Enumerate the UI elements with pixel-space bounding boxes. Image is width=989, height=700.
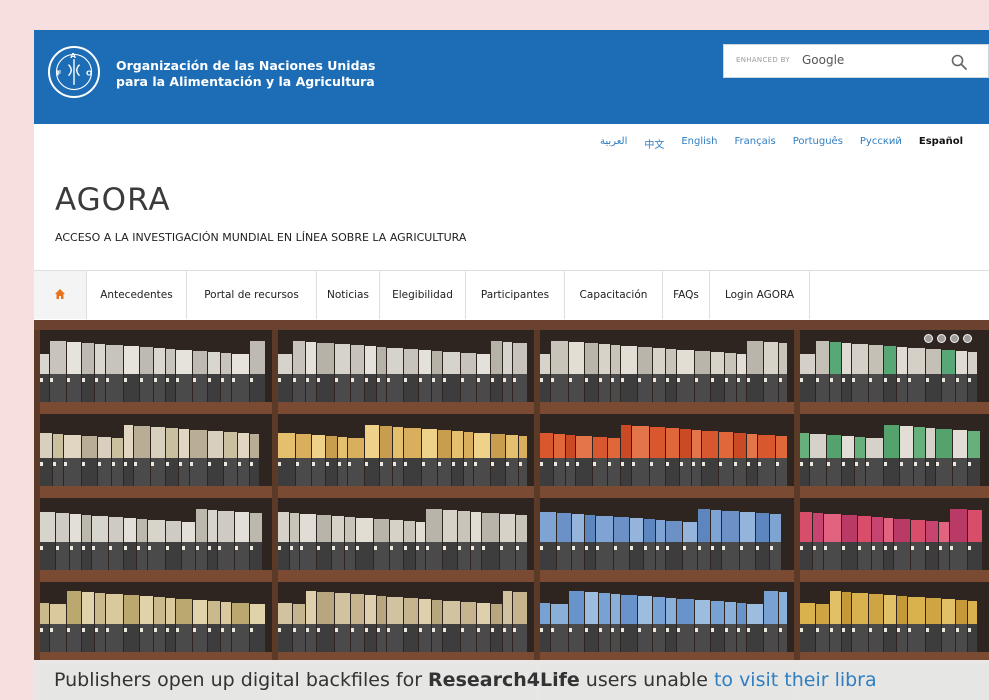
logo-letter-o: O [86,69,92,78]
hero-caption[interactable]: Publishers open up digital backfiles for… [34,660,989,700]
search-box[interactable]: ENHANCED BY Google [723,44,989,78]
carousel-dot[interactable] [937,334,946,343]
language-switcher: العربية 中文 English Français Português Ру… [600,136,963,151]
carousel-dot[interactable] [950,334,959,343]
home-icon [54,288,66,303]
lang-spanish-active[interactable]: Español [919,136,963,151]
search-enhanced-by-label: ENHANCED BY [736,56,790,64]
nav-portal-de-recursos[interactable]: Portal de recursos [187,271,317,319]
browser-page: F A O Organización de las Naciones Unida… [34,30,989,700]
organization-name-line1[interactable]: Organización de las Naciones Unidas [116,58,375,74]
carousel-dot[interactable] [924,334,933,343]
main-nav: Antecedentes Portal de recursos Noticias… [34,270,989,320]
nav-faqs[interactable]: FAQs [663,271,710,319]
nav-elegibilidad[interactable]: Elegibilidad [380,271,466,319]
nav-home[interactable] [34,271,87,319]
organization-name[interactable]: Organización de las Naciones Unidas para… [116,58,375,90]
site-header: F A O Organización de las Naciones Unida… [34,30,989,124]
lang-chinese[interactable]: 中文 [644,136,664,151]
nav-antecedentes[interactable]: Antecedentes [87,271,187,319]
nav-participantes[interactable]: Participantes [466,271,565,319]
caption-research4life: Research4Life [428,669,580,691]
lang-russian[interactable]: Русский [860,136,902,151]
nav-login-agora[interactable]: Login AGORA [710,271,810,319]
logo-letter-a: A [70,51,76,60]
search-icon[interactable] [950,53,968,71]
carousel-indicators [924,334,972,343]
organization-name-line2[interactable]: para la Alimentación y la Agricultura [116,74,375,90]
logo-letter-f: F [56,69,61,78]
carousel-dot[interactable] [963,334,972,343]
site-title[interactable]: AGORA [55,182,171,218]
lang-arabic[interactable]: العربية [600,136,627,151]
lang-english[interactable]: English [681,136,717,151]
caption-link[interactable]: to visit their libra [714,669,877,691]
nav-noticias[interactable]: Noticias [317,271,380,319]
fao-logo[interactable]: F A O [48,46,100,98]
lang-portuguese[interactable]: Português [793,136,843,151]
nav-capacitacion[interactable]: Capacitación [565,271,663,319]
hero-carousel[interactable]: Publishers open up digital backfiles for… [34,320,989,700]
caption-text-mid: users unable [579,669,714,691]
search-google-label: Google [802,53,845,67]
lang-french[interactable]: Français [734,136,775,151]
caption-text-start: Publishers open up digital backfiles for [54,669,429,691]
library-shelves-image [34,320,989,700]
site-subtitle: ACCESO A LA INVESTIGACIÓN MUNDIAL EN LÍN… [55,231,467,244]
